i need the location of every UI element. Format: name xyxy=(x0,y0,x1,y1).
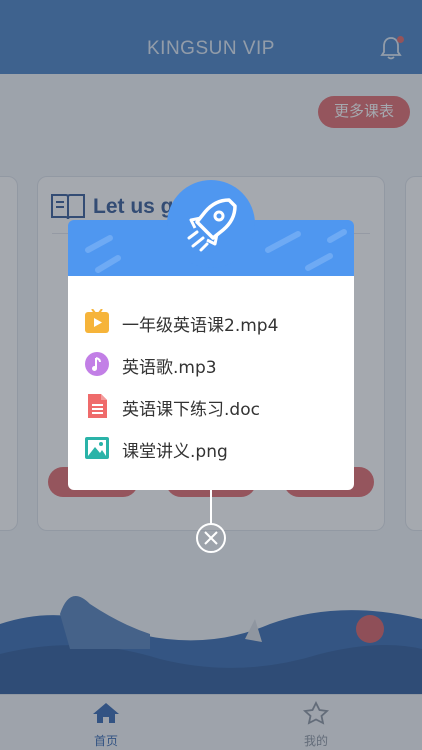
close-button[interactable] xyxy=(196,523,226,553)
rocket-badge xyxy=(167,180,255,268)
rocket-icon xyxy=(187,198,237,252)
file-name: 英语课下练习.doc xyxy=(122,400,260,420)
popup-body: 一年级英语课2.mp4 英语歌.mp3 英语课下练习.doc 课堂讲义.png xyxy=(68,276,354,490)
file-item-image[interactable]: 课堂讲义.png xyxy=(84,432,346,464)
video-file-icon xyxy=(85,309,109,333)
file-name: 一年级英语课2.mp4 xyxy=(122,316,279,336)
close-connector-line xyxy=(210,490,212,524)
file-item-document[interactable]: 英语课下练习.doc xyxy=(84,390,346,422)
document-file-icon xyxy=(88,394,107,418)
image-file-icon xyxy=(85,437,109,459)
file-item-video[interactable]: 一年级英语课2.mp4 xyxy=(84,306,346,338)
file-name: 课堂讲义.png xyxy=(122,442,228,462)
file-item-audio[interactable]: 英语歌.mp3 xyxy=(84,348,346,380)
close-icon xyxy=(204,531,218,545)
music-file-icon xyxy=(85,352,109,376)
file-name: 英语歌.mp3 xyxy=(122,358,217,378)
file-list-popup: 一年级英语课2.mp4 英语歌.mp3 英语课下练习.doc 课堂讲义.png xyxy=(68,180,354,490)
